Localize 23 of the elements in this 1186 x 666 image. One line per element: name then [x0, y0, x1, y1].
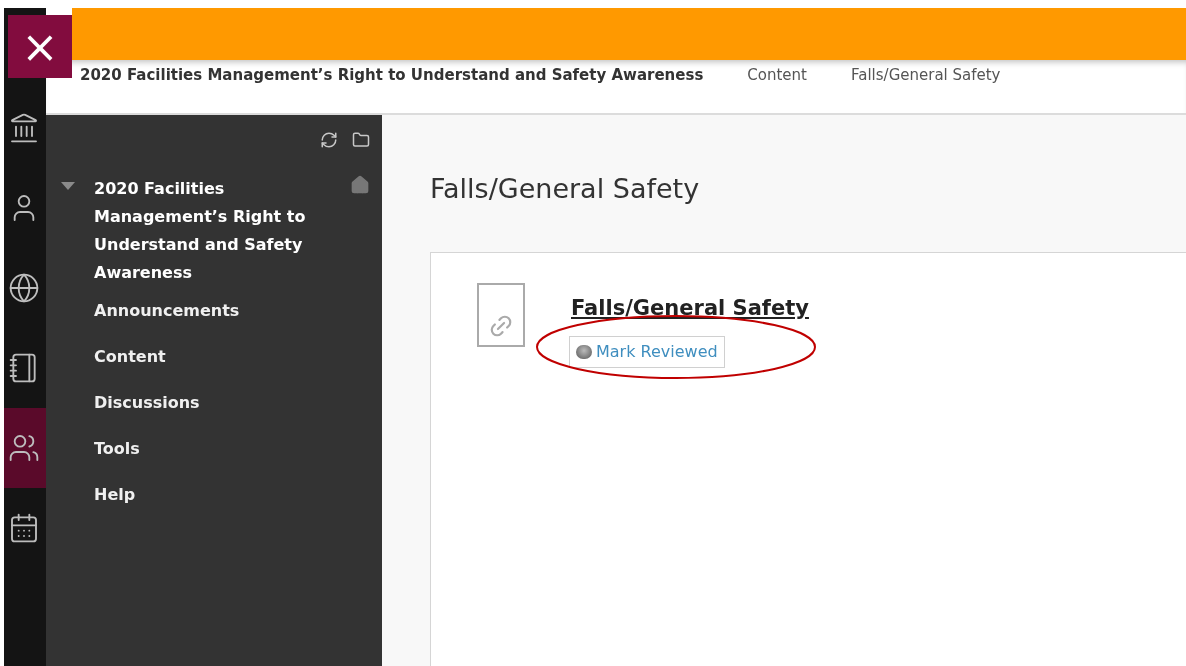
course-menu-item[interactable]: Content: [94, 345, 382, 369]
course-menu-item[interactable]: Discussions: [94, 391, 382, 415]
link-document-icon: [477, 282, 525, 347]
home-icon[interactable]: [350, 175, 370, 195]
breadcrumb-link[interactable]: Falls/General Safety: [851, 64, 1001, 87]
course-menu-item[interactable]: Announcements: [94, 299, 382, 323]
page-title: Falls/General Safety: [430, 172, 701, 206]
course-menu-item[interactable]: Help: [94, 483, 382, 507]
review-status-icon: [576, 345, 592, 359]
breadcrumb-link[interactable]: Content: [747, 64, 807, 87]
folder-icon[interactable]: [352, 131, 370, 149]
close-button[interactable]: ×: [8, 15, 72, 78]
calendar-icon: [8, 512, 40, 544]
institution-icon: [8, 112, 40, 144]
group-icon: [8, 432, 40, 464]
content-item-link[interactable]: Falls/General Safety: [571, 292, 809, 324]
collapse-triangle-icon[interactable]: [60, 181, 76, 191]
mark-reviewed-button[interactable]: Mark Reviewed: [569, 336, 725, 368]
refresh-icon[interactable]: [320, 131, 338, 149]
course-title-link[interactable]: 2020 Facilities Management’s Right to Understand and Safety Awareness: [94, 175, 334, 287]
course-menu-item[interactable]: Tools: [94, 437, 382, 461]
globe-icon: [8, 272, 40, 304]
breadcrumb-link[interactable]: 2020 Facilities Management’s Right to Understand and Safety Awareness: [80, 64, 704, 87]
